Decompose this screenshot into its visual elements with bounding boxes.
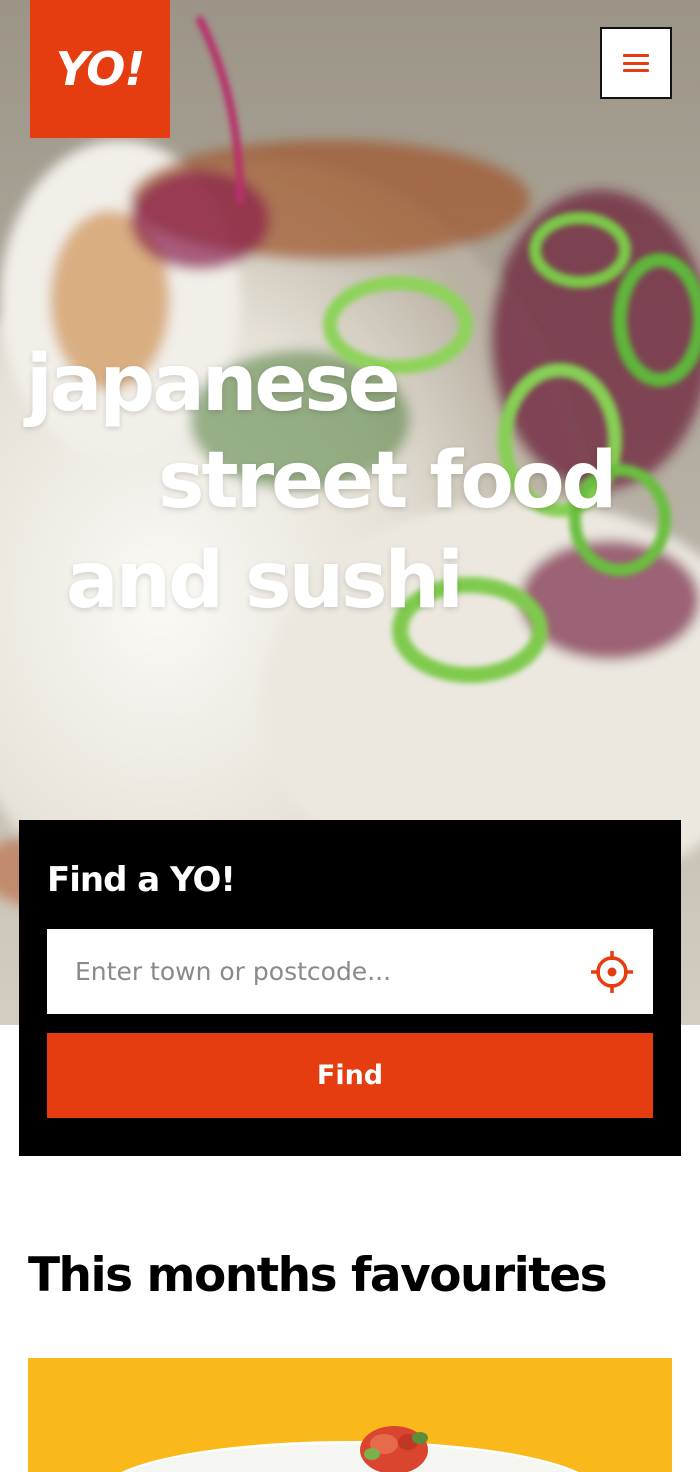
find-button[interactable]: Find <box>47 1033 653 1118</box>
yo-logo[interactable]: YO! <box>30 0 170 138</box>
search-box <box>47 929 653 1014</box>
finder-title: Find a YO! <box>47 860 236 900</box>
crosshair-location-icon[interactable] <box>589 949 635 995</box>
location-search-input[interactable] <box>47 929 575 1014</box>
page: YO! japanese street food and sushi Find … <box>0 0 700 1472</box>
hero-headline-line-3: and sushi <box>66 536 464 626</box>
menu-button[interactable] <box>600 27 672 99</box>
restaurant-finder: Find a YO! Find <box>19 820 681 1156</box>
hero-headline-line-2: street food <box>158 436 617 526</box>
favourite-dish-image <box>121 1426 579 1472</box>
favourite-card[interactable] <box>28 1358 672 1472</box>
hero-headline-line-1: japanese <box>26 339 401 429</box>
logo-text: YO! <box>55 42 146 96</box>
hamburger-icon <box>623 54 649 72</box>
favourites-title: This months favourites <box>28 1248 608 1303</box>
